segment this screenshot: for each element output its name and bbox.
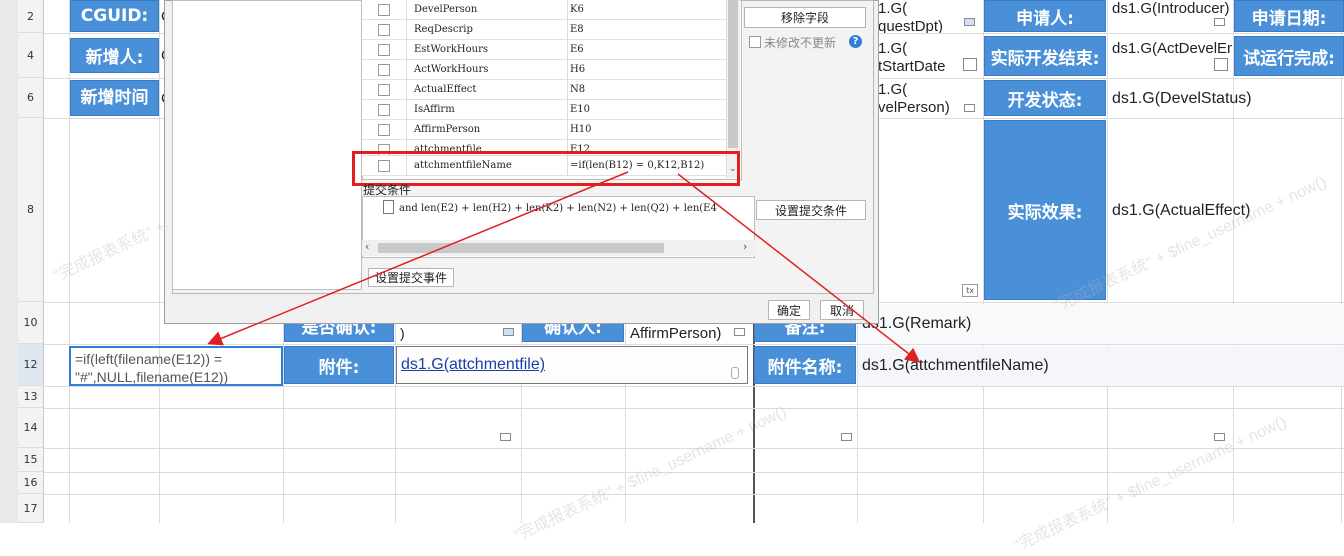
arrow-to-formula-cell xyxy=(207,171,629,346)
arrow-to-filename-cell xyxy=(677,173,921,363)
annotation-arrows xyxy=(207,171,921,363)
